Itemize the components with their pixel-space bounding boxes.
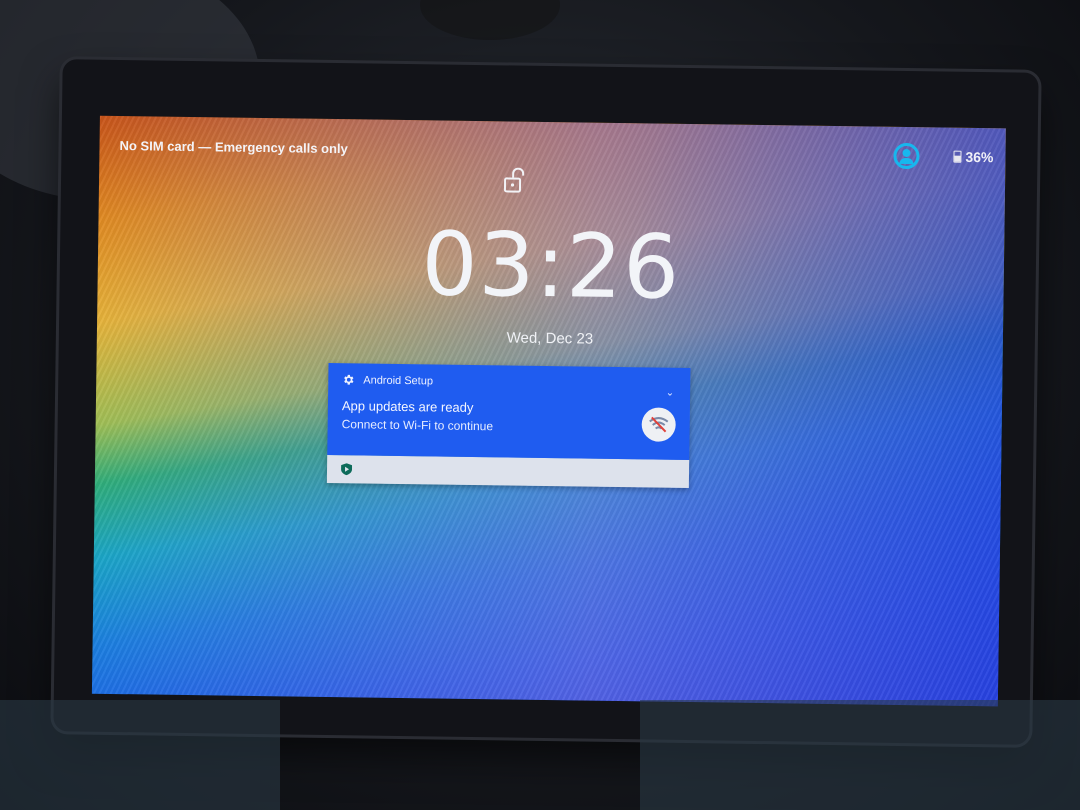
- notification-app-name: Android Setup: [363, 373, 434, 387]
- notification-body[interactable]: Android Setup App updates are ready Conn…: [327, 362, 691, 461]
- play-protect-shield-icon: [341, 463, 353, 476]
- expand-chevron-icon[interactable]: ⌄: [666, 388, 675, 399]
- lock-screen-date: Wed, Dec 23: [506, 329, 594, 348]
- battery-percent: 36%: [965, 148, 994, 166]
- foreground-cushion-right: [640, 700, 1080, 810]
- background-object: [420, 0, 560, 40]
- battery-icon: [953, 150, 962, 163]
- unlocked-padlock-icon[interactable]: [503, 167, 525, 193]
- notification-footer: [326, 454, 690, 489]
- notification-header: Android Setup: [342, 373, 676, 391]
- notification-title: App updates are ready: [341, 398, 474, 415]
- foreground-cushion-left: [0, 700, 280, 810]
- status-bar-right: 36%: [893, 142, 994, 170]
- lock-screen[interactable]: No SIM card — Emergency calls only 36% 0…: [91, 115, 1006, 707]
- wifi-off-icon: [649, 416, 669, 433]
- notification-text: Connect to Wi-Fi to continue: [341, 417, 494, 434]
- user-icon[interactable]: [893, 142, 920, 170]
- lock-screen-clock: 03:26: [420, 212, 681, 319]
- tablet-device: No SIM card — Emergency calls only 36% 0…: [53, 59, 1039, 745]
- wifi-off-button[interactable]: [641, 407, 676, 442]
- gear-icon: [344, 374, 354, 385]
- notification-card[interactable]: Android Setup App updates are ready Conn…: [326, 362, 691, 489]
- battery-indicator: 36%: [953, 148, 994, 166]
- carrier-status-text: No SIM card — Emergency calls only: [119, 138, 348, 157]
